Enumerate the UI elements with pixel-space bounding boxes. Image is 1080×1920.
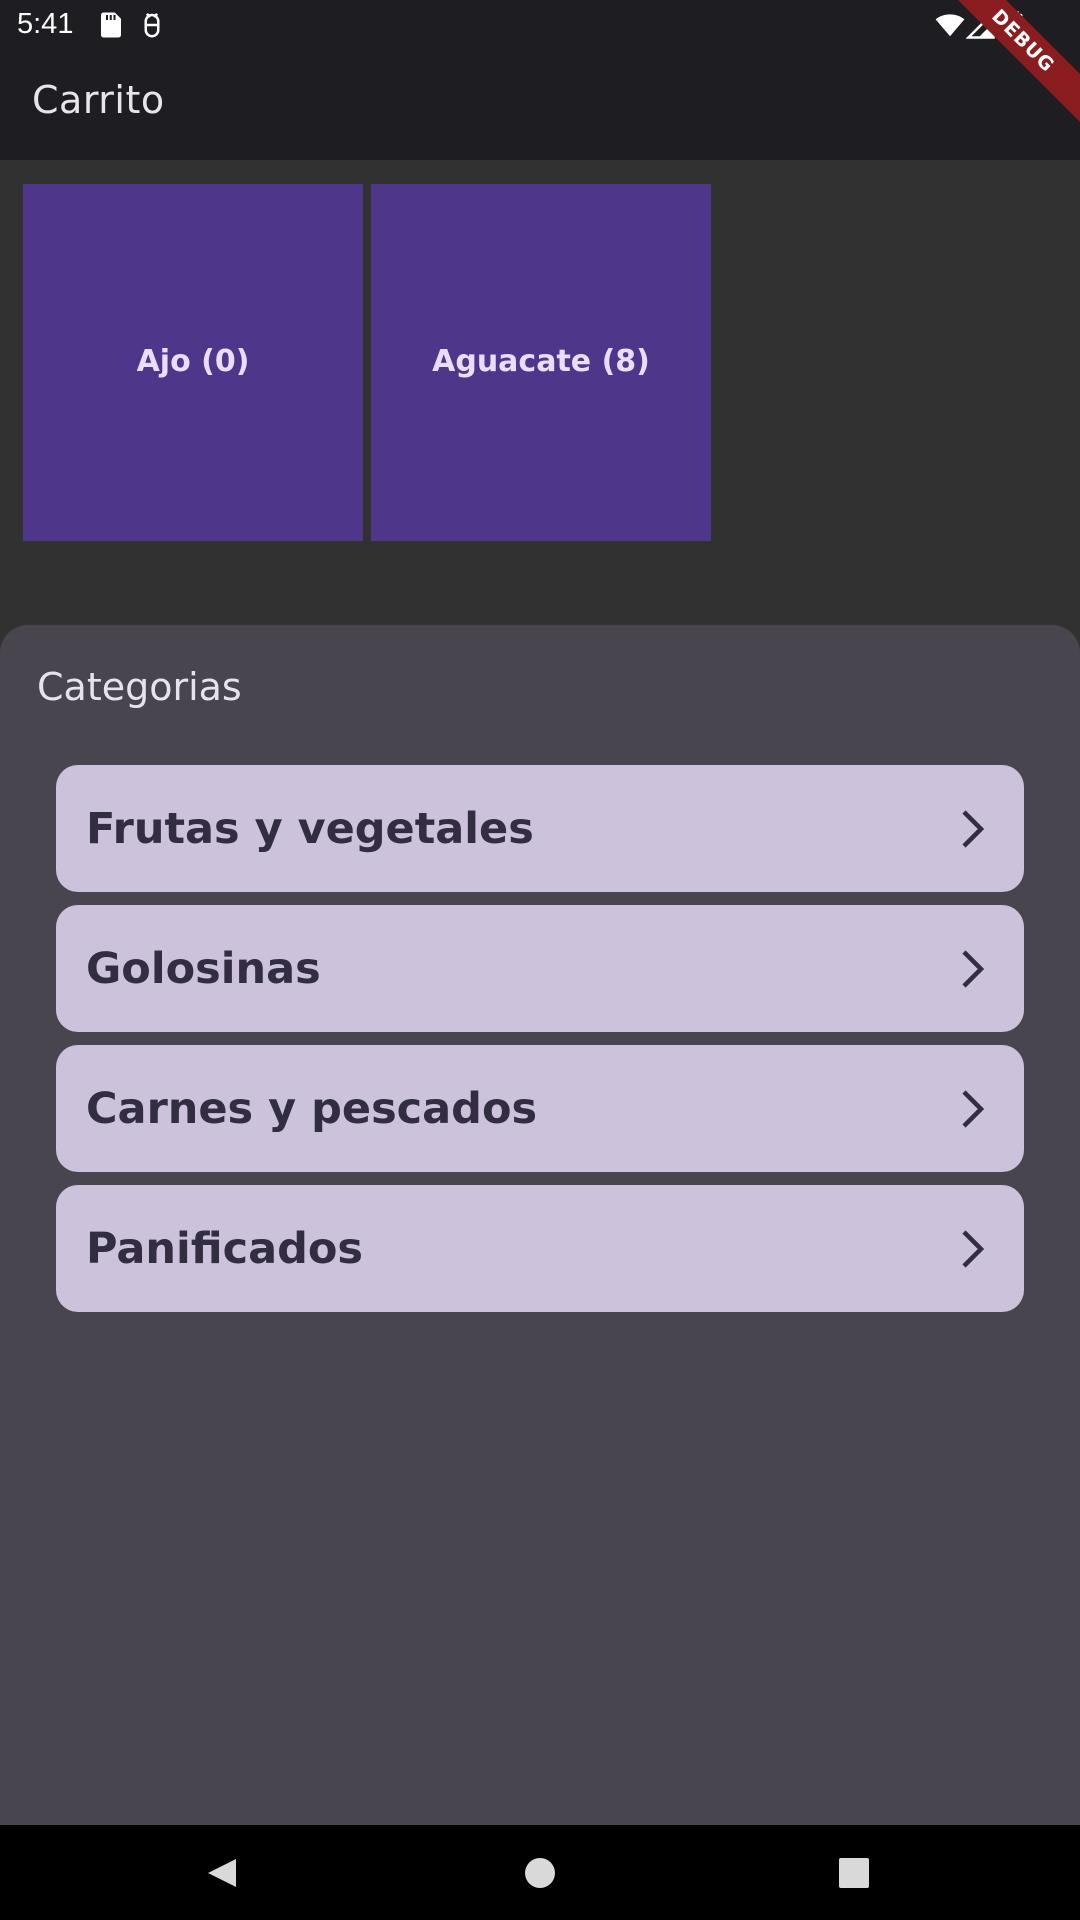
category-label: Frutas y vegetales [86,803,534,854]
category-label: Carnes y pescados [86,1083,538,1134]
status-bar: 5:41 [0,0,1080,50]
categories-sheet: Categorias Frutas y vegetales Golosinas … [0,625,1080,1825]
cart-item-aguacate[interactable]: Aguacate (8) [371,184,711,541]
cart-item-ajo[interactable]: Ajo (0) [23,184,363,541]
usb-debug-icon [137,10,167,40]
page-title: Carrito [32,78,165,122]
status-time: 5:41 [17,8,74,40]
chevron-right-icon [962,809,985,848]
category-item-frutas-y-vegetales[interactable]: Frutas y vegetales [56,765,1024,892]
back-icon[interactable] [194,1845,250,1901]
wifi-icon [934,10,965,40]
cart-item-label: Aguacate (8) [432,343,650,379]
chevron-right-icon [962,1229,985,1268]
cart-grid: Ajo (0) Aguacate (8) [23,184,711,541]
sd-card-icon [96,10,126,40]
recents-icon[interactable] [826,1845,882,1901]
chevron-right-icon [962,1089,985,1128]
app-bar: Carrito [0,50,1080,160]
cart-item-label: Ajo (0) [136,343,250,379]
categories-title: Categorias [37,665,242,709]
category-list: Frutas y vegetales Golosinas Carnes y pe… [56,765,1024,1325]
chevron-right-icon [962,949,985,988]
category-item-carnes-y-pescados[interactable]: Carnes y pescados [56,1045,1024,1172]
category-label: Golosinas [86,943,321,994]
home-icon[interactable] [512,1845,568,1901]
category-item-golosinas[interactable]: Golosinas [56,905,1024,1032]
category-label: Panificados [86,1223,364,1274]
category-item-panificados[interactable]: Panificados [56,1185,1024,1312]
navigation-bar [0,1825,1080,1920]
